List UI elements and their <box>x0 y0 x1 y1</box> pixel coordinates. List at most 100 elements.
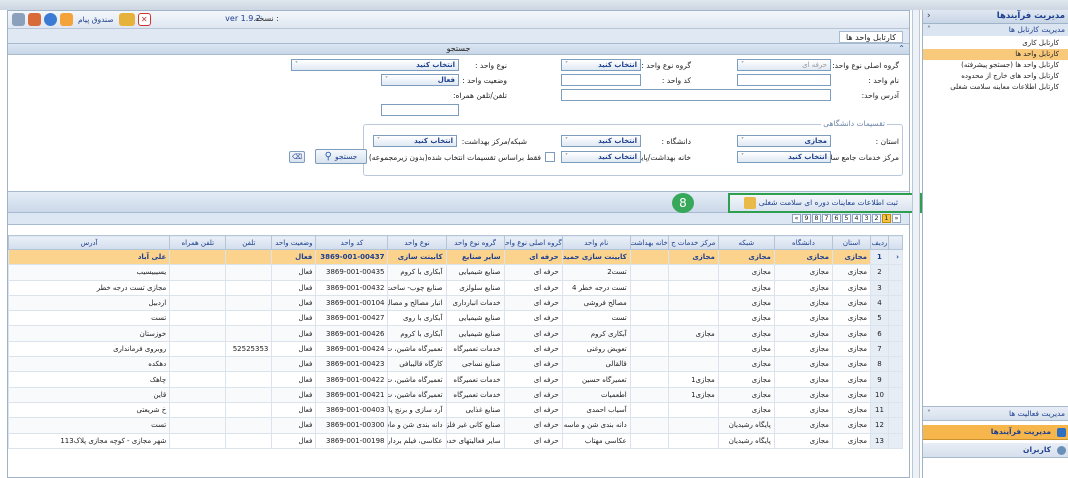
column-header[interactable]: وضعیت واحد <box>271 235 317 250</box>
search-button[interactable]: ⚲ جستجو <box>315 149 367 164</box>
main-group-select[interactable]: حرفه ای ˅ <box>737 59 831 71</box>
row-marker[interactable]: ‹ <box>887 248 904 266</box>
sidebar-processes[interactable]: مدیریت فرآیندها <box>923 425 1068 440</box>
center-select[interactable]: انتخاب کنید ˅ <box>737 151 831 163</box>
table-cell: حرفه ای <box>503 386 563 403</box>
column-header[interactable]: استان <box>831 235 871 250</box>
row-marker[interactable] <box>887 401 904 419</box>
table-row[interactable]: 2 مجازی مجازی مجازی تست2 حرفه ای صنایع شیمیایی… <box>8 264 904 281</box>
first-page-button[interactable]: « <box>892 214 901 223</box>
page-9-button[interactable]: 9 <box>802 214 811 223</box>
row-marker[interactable] <box>887 340 904 358</box>
table-row[interactable]: 7 مجازی مجازی مجازی تعویض روغنی حرفه ای خدمات … <box>8 340 904 358</box>
table-row[interactable]: 6 مجازی مجازی مجازی مجازی آبکاری کروم حرفه ای ص… <box>8 325 904 342</box>
row-marker[interactable] <box>887 310 904 327</box>
table-cell: حرفه ای <box>503 417 563 434</box>
table-cell: مجازی <box>717 279 775 296</box>
sidebar-users[interactable]: کاربران <box>923 443 1068 458</box>
sidebar-item-units-outside[interactable]: کارتابل واحد های خارج از محدوده <box>923 71 1068 82</box>
record-exam-button[interactable]: ثبت اطلاعات معاینات دوره ای سلامت شغلی <box>728 193 922 213</box>
table-row[interactable]: 13 مجازی مجازی پایگاه رشیدیان عکاسی مهتاب حرف… <box>8 432 904 449</box>
mail-icon[interactable] <box>60 13 73 26</box>
last-page-button[interactable]: » <box>792 214 801 223</box>
table-row[interactable]: 3 مجازی مجازی مجازی تست درجه خطر 4 حرفه ای صنا… <box>8 279 904 296</box>
column-header[interactable]: مرکز خدمات ج <box>667 235 719 250</box>
panel-splitter[interactable] <box>912 10 920 478</box>
table-row[interactable]: 5 مجازی مجازی مجازی تست حرفه ای صنایع شیمیایی آ… <box>8 310 904 327</box>
table-cell <box>667 264 719 281</box>
page-4-button[interactable]: 4 <box>852 214 861 223</box>
sidebar-item-health-exams[interactable]: کارتابل اطلاعات معاینه سلامت شغلی <box>923 82 1068 93</box>
network-select[interactable]: انتخاب کنید ˅ <box>373 135 457 147</box>
unit-name-input[interactable] <box>737 74 831 86</box>
user-icon[interactable] <box>44 13 57 26</box>
table-row[interactable]: ‹ 1 مجازی مجازی مجازی مجازی کابینت سازی حمید حر… <box>8 248 904 266</box>
tools-icon[interactable] <box>12 13 25 26</box>
column-header[interactable]: گروه اصلی نوع واحد <box>503 235 563 250</box>
column-header[interactable]: نوع واحد <box>387 235 447 250</box>
university-select[interactable]: انتخاب کنید ˅ <box>561 135 641 147</box>
row-marker[interactable] <box>887 417 904 434</box>
column-header[interactable]: گروه نوع واحد <box>445 235 505 250</box>
table-cell <box>629 371 669 388</box>
column-header[interactable]: کد واحد <box>315 235 389 250</box>
page-3-button[interactable]: 3 <box>862 214 871 223</box>
row-marker[interactable] <box>887 432 904 449</box>
column-header[interactable]: آدرس <box>8 235 171 250</box>
row-marker[interactable] <box>887 371 904 388</box>
table-cell: مجازی <box>717 294 775 312</box>
envelope-icon[interactable] <box>118 13 135 26</box>
unit-code-input[interactable] <box>561 74 641 86</box>
table-cell: مجازی <box>773 279 833 296</box>
table-row[interactable]: 8 مجازی مجازی مجازی قالقالی حرفه ای صنایع نساج… <box>8 356 904 373</box>
search-section-header[interactable]: جستجو ⌃ <box>8 43 909 55</box>
clear-button[interactable]: ⌫ <box>289 151 305 163</box>
sidebar-cartables-header[interactable]: مدیریت کارتابل ها ˄ <box>923 24 1068 36</box>
unit-type-select[interactable]: انتخاب کنید ˅ <box>291 59 459 71</box>
row-marker[interactable] <box>887 356 904 373</box>
page-2-button[interactable]: 2 <box>872 214 881 223</box>
tab-units-cartable[interactable]: کارتابل واحد ها <box>838 31 903 43</box>
column-header[interactable]: دانشگاه <box>773 235 833 250</box>
address-input[interactable] <box>561 89 831 101</box>
row-marker[interactable] <box>887 294 904 312</box>
row-marker[interactable] <box>887 386 904 403</box>
mailbox-label[interactable]: صندوق پیام <box>78 15 114 24</box>
table-row[interactable]: 9 مجازی مجازی مجازی مجازی1 تعمیرگاه حسین حرفه … <box>8 371 904 388</box>
table-cell: 3869-001-00432 <box>315 279 389 296</box>
column-header[interactable]: تلفن همراه <box>169 235 227 250</box>
row-marker[interactable] <box>887 325 904 342</box>
table-row[interactable]: 11 مجازی مجازی مجازی آسیاب احمدی حرفه ای صنایع… <box>8 401 904 419</box>
column-header[interactable]: خانه بهداشت <box>629 235 669 250</box>
column-header[interactable]: نام واحد <box>561 235 631 250</box>
table-row[interactable]: 4 مجازی مجازی مجازی مصالح فروشی حرفه ای خدمات … <box>8 294 904 312</box>
page-7-button[interactable]: 7 <box>822 214 831 223</box>
column-header[interactable]: شبکه <box>717 235 775 250</box>
column-header[interactable]: تلفن <box>225 235 273 250</box>
page-6-button[interactable]: 6 <box>832 214 841 223</box>
table-row[interactable]: 12 مجازی مجازی پایگاه رشیدیان دانه بندی شن و… <box>8 417 904 434</box>
sidebar-item-work-cartable[interactable]: کارتابل کاری <box>923 38 1068 49</box>
only-selected-checkbox[interactable] <box>545 152 555 162</box>
chevron-up-icon[interactable]: ˄ <box>927 24 931 35</box>
sidebar-activities[interactable]: مدیریت فعالیت ها ˅ <box>923 406 1068 421</box>
settings-icon[interactable] <box>28 13 41 26</box>
row-marker[interactable] <box>887 279 904 296</box>
house-select[interactable]: انتخاب کنید ˅ <box>561 151 641 163</box>
row-marker[interactable] <box>887 264 904 281</box>
column-header[interactable]: ردیف <box>869 235 889 250</box>
exit-icon[interactable]: ✕ <box>137 13 151 26</box>
page-5-button[interactable]: 5 <box>842 214 851 223</box>
table-row[interactable]: 10 مجازی مجازی مجازی مجازی1 اطعمیات حرفه ای خدم… <box>8 386 904 403</box>
table-cell: مجازی <box>717 386 775 403</box>
sidebar-item-units-cartable[interactable]: کارتابل واحد ها <box>923 49 1068 60</box>
chevron-left-icon[interactable]: ‹ <box>927 10 931 23</box>
sidebar-item-units-advanced[interactable]: کارتابل واحد ها (جستجو پیشرفته) <box>923 60 1068 71</box>
chevron-up-icon[interactable]: ⌃ <box>898 44 905 54</box>
province-select[interactable]: مجازی ˅ <box>737 135 831 147</box>
unit-type-group-select[interactable]: انتخاب کنید ˅ <box>561 59 641 71</box>
phone-input[interactable] <box>381 104 459 116</box>
page-8-button[interactable]: 8 <box>812 214 821 223</box>
unit-status-select[interactable]: فعال ˅ <box>381 74 459 86</box>
page-1-button[interactable]: 1 <box>882 214 891 223</box>
